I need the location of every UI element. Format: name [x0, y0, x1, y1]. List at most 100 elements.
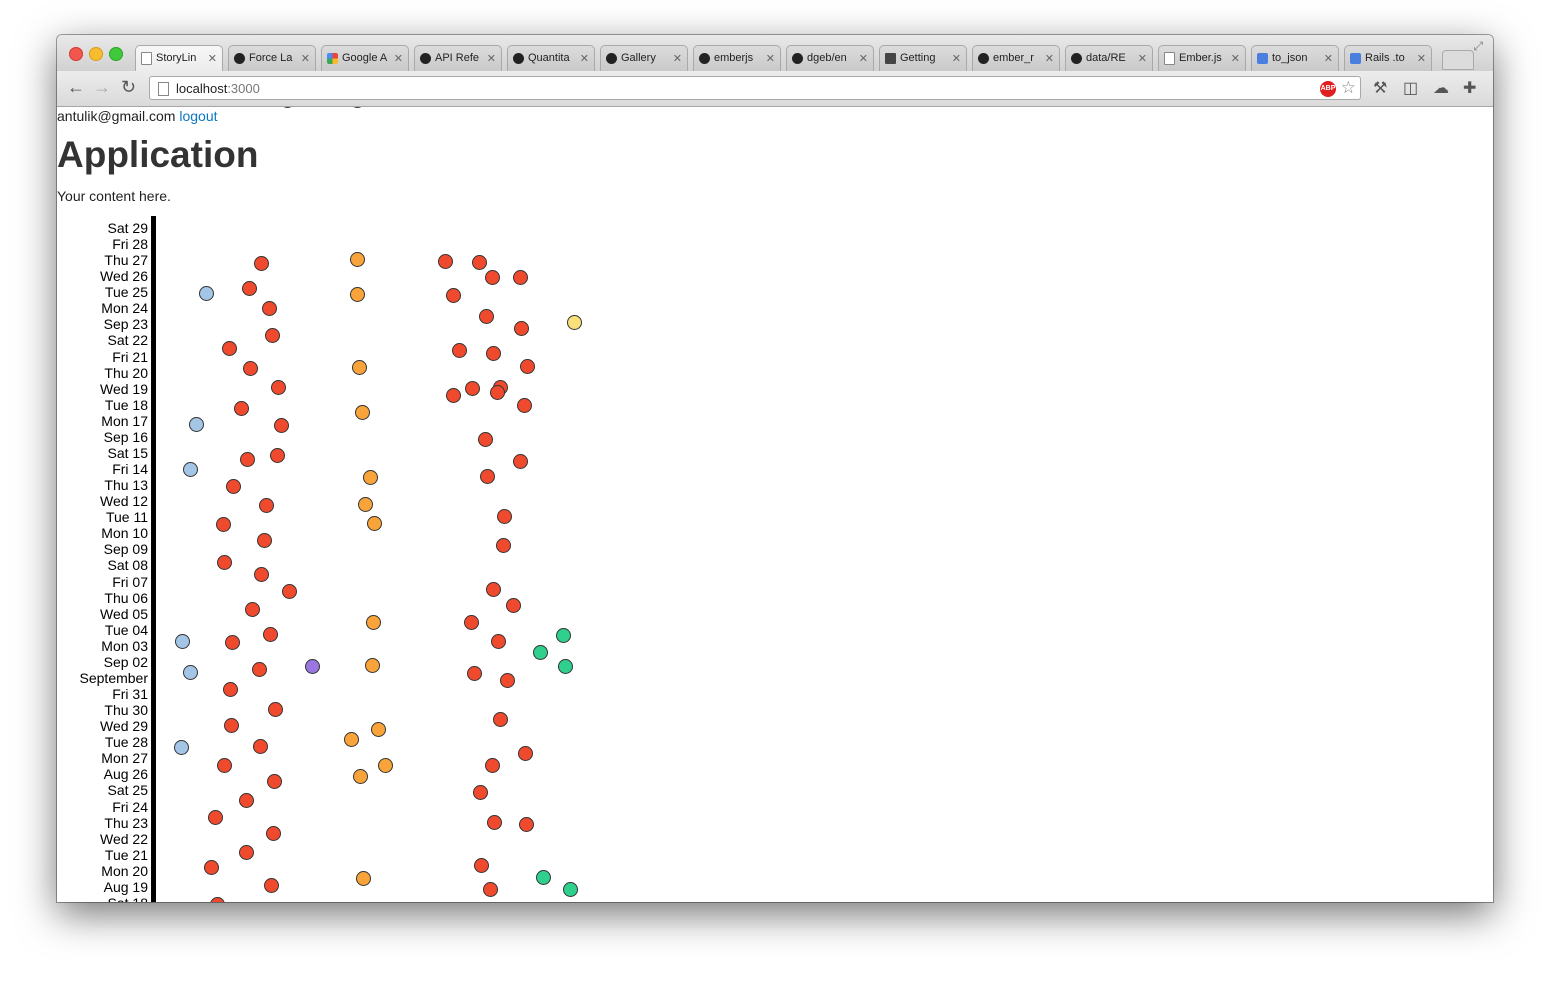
timeline-event-dot[interactable] [485, 758, 500, 773]
browser-tab[interactable]: dgeb/en ✕ [786, 45, 874, 71]
timeline-event-dot[interactable] [175, 634, 190, 649]
timeline-event-dot[interactable] [558, 659, 573, 674]
timeline-event-dot[interactable] [266, 826, 281, 841]
timeline-event-dot[interactable] [223, 682, 238, 697]
tab-close-icon[interactable]: ✕ [1045, 52, 1054, 65]
timeline-event-dot[interactable] [265, 328, 280, 343]
timeline-event-dot[interactable] [567, 315, 582, 330]
timeline-event-dot[interactable] [356, 871, 371, 886]
timeline-event-dot[interactable] [355, 405, 370, 420]
tab-close-icon[interactable]: ✕ [859, 52, 868, 65]
timeline-event-dot[interactable] [174, 740, 189, 755]
timeline-event-dot[interactable] [446, 388, 461, 403]
timeline-event-dot[interactable] [367, 516, 382, 531]
pocket-icon[interactable]: ◫ [1403, 78, 1418, 98]
timeline-event-dot[interactable] [478, 432, 493, 447]
tab-close-icon[interactable]: ✕ [952, 52, 961, 65]
timeline-event-dot[interactable] [500, 673, 515, 688]
timeline-event-dot[interactable] [234, 401, 249, 416]
timeline-event-dot[interactable] [183, 462, 198, 477]
reload-button[interactable]: ↻ [121, 78, 136, 96]
timeline-event-dot[interactable] [252, 662, 267, 677]
timeline-event-dot[interactable] [208, 810, 223, 825]
timeline-event-dot[interactable] [513, 454, 528, 469]
timeline-event-dot[interactable] [217, 758, 232, 773]
timeline-event-dot[interactable] [271, 380, 286, 395]
timeline-event-dot[interactable] [350, 252, 365, 267]
timeline-event-dot[interactable] [270, 448, 285, 463]
timeline-event-dot[interactable] [438, 254, 453, 269]
timeline-event-dot[interactable] [365, 658, 380, 673]
timeline-event-dot[interactable] [486, 346, 501, 361]
timeline-event-dot[interactable] [472, 255, 487, 270]
browser-tab[interactable]: to_json ✕ [1251, 45, 1339, 71]
timeline-event-dot[interactable] [491, 634, 506, 649]
timeline-event-dot[interactable] [264, 878, 279, 893]
browser-tab[interactable]: API Refe ✕ [414, 45, 502, 71]
timeline-event-dot[interactable] [353, 769, 368, 784]
timeline-event-dot[interactable] [189, 417, 204, 432]
tab-close-icon[interactable]: ✕ [1138, 52, 1147, 65]
timeline-event-dot[interactable] [486, 582, 501, 597]
timeline-event-dot[interactable] [536, 870, 551, 885]
browser-tab[interactable]: Google A ✕ [321, 45, 409, 71]
timeline-event-dot[interactable] [485, 270, 500, 285]
timeline-event-dot[interactable] [464, 615, 479, 630]
logout-link[interactable]: logout [179, 108, 217, 124]
tab-close-icon[interactable]: ✕ [766, 52, 775, 65]
timeline-event-dot[interactable] [487, 815, 502, 830]
timeline-event-dot[interactable] [352, 360, 367, 375]
timeline-event-dot[interactable] [496, 538, 511, 553]
timeline-event-dot[interactable] [222, 341, 237, 356]
tab-close-icon[interactable]: ✕ [1231, 52, 1240, 65]
timeline-event-dot[interactable] [274, 418, 289, 433]
timeline-event-dot[interactable] [254, 567, 269, 582]
browser-tab[interactable]: Rails .to ✕ [1344, 45, 1432, 71]
new-tab-button[interactable] [1442, 50, 1474, 70]
timeline-event-dot[interactable] [224, 718, 239, 733]
timeline-event-dot[interactable] [210, 897, 225, 902]
timeline-event-dot[interactable] [217, 555, 232, 570]
browser-tab[interactable]: Quantita ✕ [507, 45, 595, 71]
tab-close-icon[interactable]: ✕ [487, 52, 496, 65]
browser-tab[interactable]: Force La ✕ [228, 45, 316, 71]
timeline-event-dot[interactable] [358, 497, 373, 512]
tab-close-icon[interactable]: ✕ [301, 52, 310, 65]
timeline-event-dot[interactable] [520, 359, 535, 374]
timeline-event-dot[interactable] [245, 602, 260, 617]
timeline-event-dot[interactable] [239, 793, 254, 808]
timeline-event-dot[interactable] [378, 758, 393, 773]
settings-icon[interactable]: ✚ [1463, 78, 1476, 98]
timeline-event-dot[interactable] [467, 666, 482, 681]
browser-tab[interactable]: Getting ✕ [879, 45, 967, 71]
timeline-event-dot[interactable] [493, 712, 508, 727]
timeline-event-dot[interactable] [490, 385, 505, 400]
timeline-event-dot[interactable] [514, 321, 529, 336]
zoom-window-button[interactable] [109, 47, 123, 61]
address-bar[interactable]: localhost:3000 ABP ☆ [149, 76, 1361, 100]
browser-tab[interactable]: emberjs ✕ [693, 45, 781, 71]
tab-close-icon[interactable]: ✕ [208, 52, 217, 65]
timeline-event-dot[interactable] [199, 286, 214, 301]
timeline-event-dot[interactable] [371, 722, 386, 737]
timeline-event-dot[interactable] [204, 860, 219, 875]
timeline-event-dot[interactable] [268, 702, 283, 717]
timeline-event-dot[interactable] [533, 645, 548, 660]
timeline-event-dot[interactable] [240, 452, 255, 467]
timeline-event-dot[interactable] [183, 665, 198, 680]
timeline-event-dot[interactable] [225, 635, 240, 650]
tab-close-icon[interactable]: ✕ [1417, 52, 1426, 65]
wrench-icon[interactable]: ⚒ [1373, 78, 1387, 98]
timeline-event-dot[interactable] [253, 739, 268, 754]
back-button[interactable]: ← [67, 78, 85, 96]
tab-close-icon[interactable]: ✕ [1324, 52, 1333, 65]
timeline-event-dot[interactable] [519, 817, 534, 832]
timeline-event-dot[interactable] [483, 882, 498, 897]
cloud-icon[interactable]: ☁ [1433, 78, 1449, 98]
bookmark-star-icon[interactable]: ☆ [1341, 78, 1356, 98]
timeline-event-dot[interactable] [226, 479, 241, 494]
browser-tab[interactable]: Gallery ✕ [600, 45, 688, 71]
forward-button[interactable]: → [93, 78, 111, 96]
fullscreen-icon[interactable]: ⤢ [1473, 39, 1483, 54]
timeline-event-dot[interactable] [254, 256, 269, 271]
